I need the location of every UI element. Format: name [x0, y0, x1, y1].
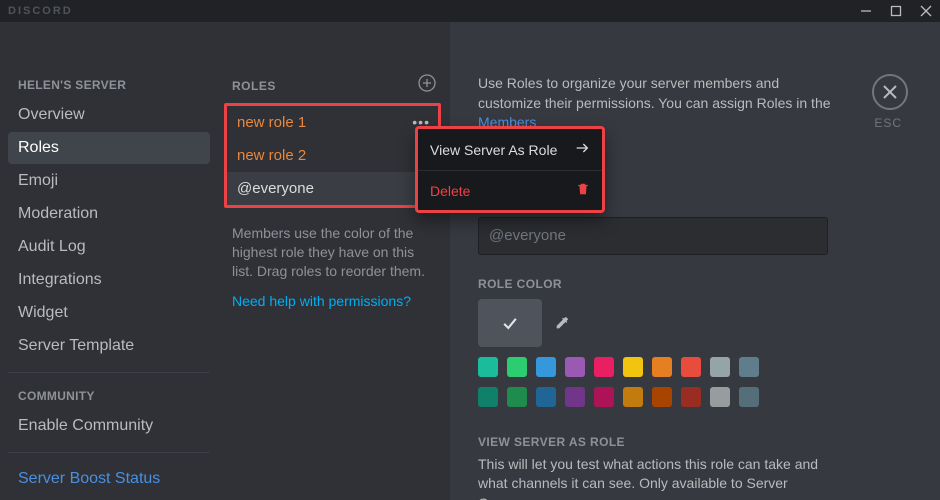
role-color-label: ROLE COLOR	[478, 277, 912, 291]
color-swatch[interactable]	[565, 357, 585, 377]
role-label: new role 2	[237, 147, 306, 164]
window-controls	[860, 5, 932, 17]
role-context-menu: View Server As Role Delete	[415, 126, 605, 213]
roles-description: Use Roles to organize your server member…	[478, 74, 838, 133]
context-view-server-as-role[interactable]: View Server As Role	[418, 129, 602, 171]
minimize-button[interactable]	[860, 5, 872, 17]
color-swatch[interactable]	[739, 387, 759, 407]
color-swatch[interactable]	[652, 357, 672, 377]
color-swatch[interactable]	[565, 387, 585, 407]
color-swatch[interactable]	[478, 387, 498, 407]
sidebar-item-emoji[interactable]: Emoji	[8, 165, 210, 197]
trash-icon	[576, 182, 590, 199]
sidebar-divider	[8, 372, 210, 373]
color-swatch[interactable]	[652, 387, 672, 407]
role-item[interactable]: new role 2	[227, 139, 438, 172]
context-delete-role[interactable]: Delete	[418, 171, 602, 210]
close-window-button[interactable]	[920, 5, 932, 17]
sidebar-category-server: HELEN'S SERVER	[8, 72, 210, 98]
color-grid-row1	[478, 357, 798, 377]
titlebar: DISCORD	[0, 0, 940, 22]
sidebar-item-audit-log[interactable]: Audit Log	[8, 231, 210, 263]
esc-label: ESC	[874, 116, 902, 130]
color-swatch[interactable]	[507, 387, 527, 407]
role-label: @everyone	[237, 180, 314, 197]
roles-list-highlight: new role 1 ••• new role 2 @everyone	[224, 103, 441, 208]
color-swatch[interactable]	[594, 387, 614, 407]
arrow-right-icon	[574, 140, 590, 159]
role-settings-content: Use Roles to organize your server member…	[450, 22, 940, 500]
role-item[interactable]: new role 1 •••	[227, 106, 438, 139]
close-settings-button[interactable]	[872, 74, 908, 110]
role-item-everyone[interactable]: @everyone	[227, 172, 438, 205]
sidebar-item-widget[interactable]: Widget	[8, 297, 210, 329]
roles-permissions-help-link[interactable]: Need help with permissions?	[218, 281, 450, 321]
sidebar-item-moderation[interactable]: Moderation	[8, 198, 210, 230]
sidebar-item-server-boost[interactable]: Server Boost Status	[8, 463, 210, 495]
color-swatch[interactable]	[710, 357, 730, 377]
color-swatch[interactable]	[536, 387, 556, 407]
color-swatch[interactable]	[681, 387, 701, 407]
color-swatch[interactable]	[594, 357, 614, 377]
color-swatch[interactable]	[739, 357, 759, 377]
maximize-button[interactable]	[890, 5, 902, 17]
color-swatch[interactable]	[507, 357, 527, 377]
color-grid-row2	[478, 387, 798, 407]
color-swatch[interactable]	[478, 357, 498, 377]
roles-column: ROLES new role 1 ••• new role 2 @everyon…	[218, 22, 450, 500]
view-server-as-role-heading: VIEW SERVER AS ROLE	[478, 435, 912, 449]
color-swatch[interactable]	[681, 357, 701, 377]
sidebar-category-community: COMMUNITY	[8, 383, 210, 409]
role-label: new role 1	[237, 114, 306, 131]
color-swatch[interactable]	[623, 357, 643, 377]
sidebar-item-roles[interactable]: Roles	[8, 132, 210, 164]
app-brand: DISCORD	[8, 5, 73, 17]
roles-help-text: Members use the color of the highest rol…	[218, 208, 450, 281]
color-swatch[interactable]	[623, 387, 643, 407]
sidebar-item-integrations[interactable]: Integrations	[8, 264, 210, 296]
sidebar-item-enable-community[interactable]: Enable Community	[8, 410, 210, 442]
color-swatch[interactable]	[710, 387, 730, 407]
view-server-as-role-body: This will let you test what actions this…	[478, 455, 838, 500]
default-color-swatch[interactable]	[478, 299, 542, 347]
add-role-button[interactable]	[418, 74, 436, 97]
roles-header: ROLES	[232, 79, 276, 93]
sidebar-item-server-template[interactable]: Server Template	[8, 330, 210, 362]
role-name-input[interactable]: @everyone	[478, 217, 828, 255]
color-swatch[interactable]	[536, 357, 556, 377]
settings-sidebar: HELEN'S SERVER Overview Roles Emoji Mode…	[0, 22, 218, 500]
sidebar-divider	[8, 452, 210, 453]
sidebar-item-overview[interactable]: Overview	[8, 99, 210, 131]
custom-color-picker[interactable]	[548, 299, 576, 347]
